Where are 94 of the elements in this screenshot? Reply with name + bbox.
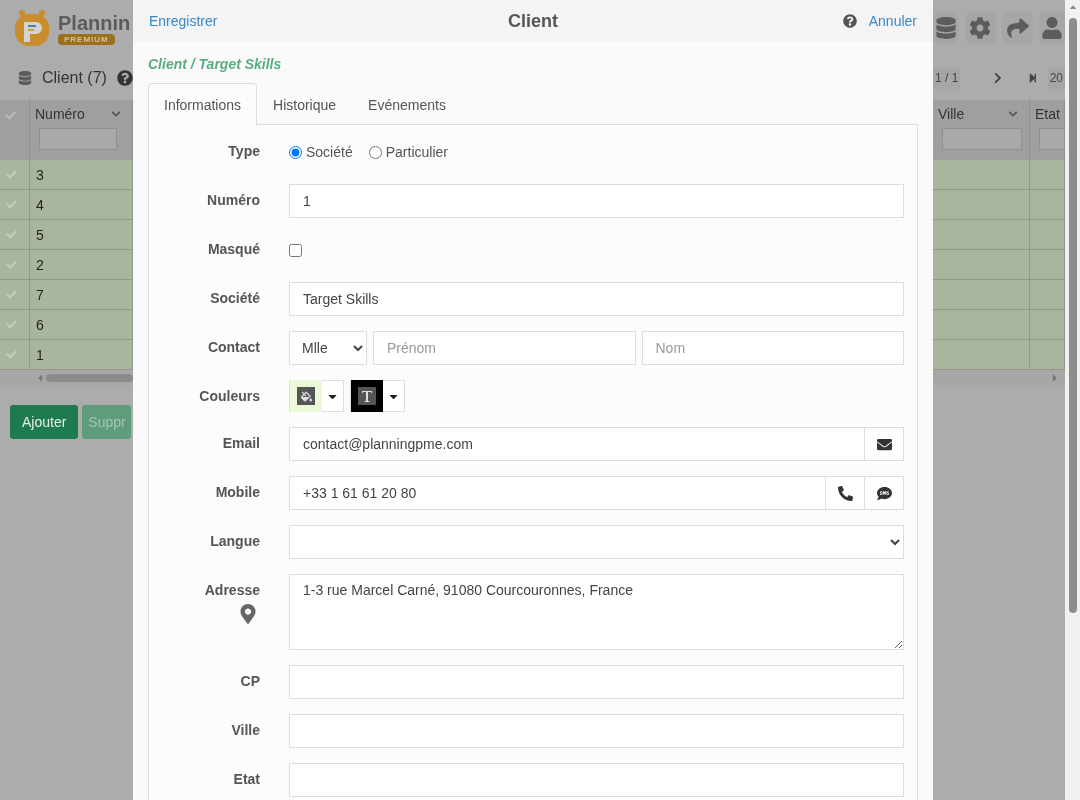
field-label: Adresse — [204, 582, 260, 598]
user-icon[interactable] — [1039, 12, 1065, 44]
next-page-icon — [992, 72, 1004, 84]
page-size[interactable]: 20 — [1047, 67, 1065, 89]
table-cell: 7 — [30, 280, 133, 310]
database-icon — [18, 71, 32, 85]
add-button[interactable]: Ajouter — [10, 405, 79, 439]
text-format-icon — [358, 387, 376, 405]
column-header[interactable]: Numéro — [35, 106, 85, 122]
field-label: Société — [210, 290, 260, 306]
field-label: Ville — [231, 722, 260, 738]
chevron-icon — [111, 109, 121, 119]
call-button[interactable] — [826, 476, 865, 510]
table-cell: 2 — [30, 250, 133, 280]
field-label: Etat — [233, 771, 260, 787]
check-icon — [6, 319, 17, 330]
map-pin-icon — [238, 604, 258, 624]
help-icon — [116, 70, 133, 86]
civility-select[interactable]: Mlle — [289, 331, 367, 365]
check-icon — [6, 349, 17, 360]
text-field[interactable] — [289, 763, 904, 797]
sms-button[interactable] — [865, 476, 904, 510]
help-icon — [842, 14, 857, 28]
checkbox[interactable] — [289, 243, 302, 257]
email-button[interactable] — [865, 427, 904, 461]
last-name-field[interactable]: Nom — [641, 331, 904, 365]
logo-icon — [12, 8, 52, 48]
phone-field[interactable]: +33 1 61 61 20 80 — [289, 476, 826, 510]
field-label: Masqué — [207, 241, 260, 257]
table-cell — [1030, 250, 1065, 280]
scrollbar-thumb[interactable] — [46, 373, 133, 382]
check-icon — [6, 229, 17, 240]
tab[interactable]: Historique — [257, 83, 353, 125]
field-label: Couleurs — [199, 388, 260, 404]
premium-badge: PREMIUM — [58, 33, 115, 45]
sms-icon — [876, 485, 892, 501]
radio-label: Particulier — [385, 144, 448, 160]
field-label: Type — [228, 143, 260, 159]
scrollbar-thumb[interactable] — [1068, 18, 1077, 613]
field-label: Email — [222, 435, 260, 451]
table-cell — [1030, 220, 1065, 250]
save-link[interactable]: Enregistrer — [149, 13, 218, 29]
text-field[interactable]: Target Skills — [289, 282, 904, 316]
filter-field[interactable] — [942, 128, 1022, 150]
check-icon — [6, 259, 17, 270]
database-icon[interactable] — [933, 12, 959, 44]
share-icon[interactable] — [1002, 12, 1034, 44]
text-field[interactable] — [289, 714, 904, 748]
first-name-field[interactable]: Prénom — [373, 331, 636, 365]
check-icon — [6, 199, 17, 210]
email-field[interactable]: contact@planningpme.com — [289, 427, 865, 461]
paint-bucket-icon — [297, 387, 315, 405]
envelope-icon — [876, 436, 892, 452]
table-cell: 6 — [30, 310, 133, 340]
field-label: Numéro — [207, 192, 260, 208]
table-cell — [1030, 190, 1065, 220]
page-indicator: 1 / 1 — [933, 67, 961, 89]
phone-icon — [837, 485, 853, 501]
text-field[interactable] — [289, 665, 904, 699]
logo-text: Plannin — [58, 11, 131, 34]
field-label: Langue — [210, 533, 260, 549]
table-cell — [1030, 280, 1065, 310]
address-field[interactable]: 1-3 rue Marcel Carné, 91080 Courcouronnes, France — [289, 574, 904, 650]
radio-button[interactable] — [368, 145, 382, 159]
radio-button[interactable] — [289, 145, 302, 159]
tab[interactable]: Evénements — [352, 83, 462, 125]
color-picker[interactable] — [350, 380, 405, 412]
table-cell: 3 — [30, 160, 133, 190]
chevron-icon — [1008, 109, 1018, 119]
check-icon — [6, 289, 17, 300]
radio-label: Société — [306, 144, 353, 160]
table-cell: 1 — [30, 340, 133, 370]
dialog-title: Client — [508, 10, 558, 32]
last-page-icon — [1027, 73, 1038, 83]
cancel-link[interactable]: Annuler — [868, 13, 917, 29]
tab[interactable]: Informations — [148, 83, 258, 125]
table-cell — [1030, 340, 1065, 370]
column-header[interactable]: Ville — [938, 106, 965, 122]
page-title: Client (7) — [42, 69, 107, 87]
column-header[interactable]: Etat — [1035, 106, 1060, 122]
settings-icon[interactable] — [964, 12, 996, 44]
filter-field[interactable] — [39, 128, 117, 150]
filter-field[interactable] — [1039, 128, 1065, 150]
field-label: Mobile — [215, 484, 260, 500]
table-cell: 5 — [30, 220, 133, 250]
check-icon — [6, 169, 17, 180]
text-field[interactable]: 1 — [289, 184, 904, 218]
field-label: CP — [240, 673, 260, 689]
table-cell — [1030, 310, 1065, 340]
check-icon — [5, 110, 16, 121]
field-label: Contact — [207, 339, 260, 355]
color-picker[interactable] — [289, 380, 344, 412]
breadcrumb: Client / Target Skills — [148, 56, 283, 72]
table-cell: 4 — [30, 190, 133, 220]
